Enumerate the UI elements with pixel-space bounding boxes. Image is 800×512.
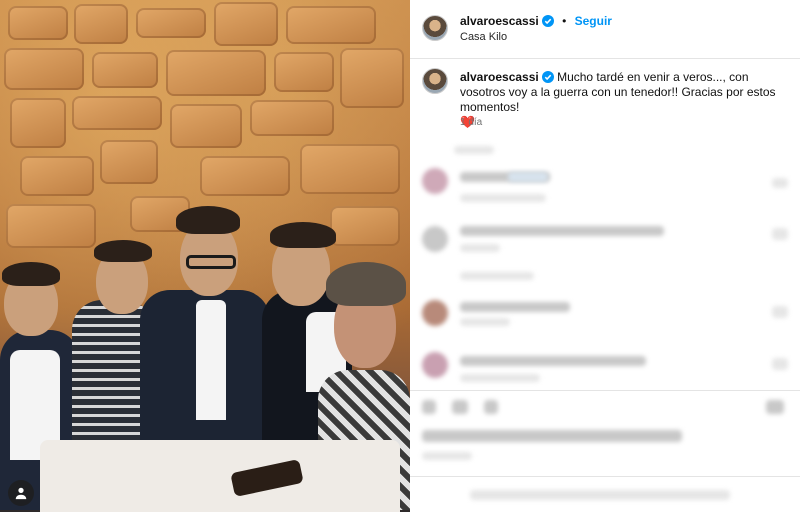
glasses (186, 255, 236, 269)
wall-stone (8, 6, 68, 40)
wall-stone (300, 144, 400, 194)
blurred-avatar (422, 226, 448, 252)
post-photo[interactable] (0, 0, 410, 512)
verified-badge-icon (541, 15, 554, 27)
post-caption: alvaroescassi Mucho tardé en venir a ver… (460, 70, 790, 130)
blurred-text (460, 244, 500, 252)
blurred-text (460, 374, 540, 382)
blurred-share-button-icon[interactable] (484, 400, 498, 414)
blurred-comment-button-icon[interactable] (452, 400, 468, 414)
wall-stone (4, 48, 84, 90)
wall-stone (200, 156, 290, 196)
blurred-text (460, 226, 664, 236)
wall-stone (166, 50, 266, 96)
input-divider (410, 476, 800, 477)
wall-stone (100, 140, 158, 184)
wall-stone (20, 156, 94, 196)
caption-avatar[interactable] (422, 68, 448, 94)
wall-stone (74, 4, 128, 44)
wall-stone (170, 104, 242, 148)
post-header: alvaroescassi • Seguir (460, 14, 612, 28)
blurred-text (460, 194, 546, 202)
wall-stone (250, 100, 334, 136)
actions-divider (410, 390, 800, 391)
blurred-likes-text (422, 430, 682, 442)
wall-stone (92, 52, 158, 88)
separator-dot: • (562, 14, 567, 28)
blurred-comment-input[interactable] (470, 490, 730, 500)
blurred-avatar (422, 168, 448, 194)
wall-stone (340, 48, 404, 108)
wall-stone (274, 52, 334, 92)
blurred-like-icon (772, 358, 788, 370)
blurred-text (454, 146, 494, 154)
wall-stone (214, 2, 278, 46)
wall-stone (10, 98, 66, 148)
wall-stone (286, 6, 376, 44)
author-username[interactable]: alvaroescassi (460, 14, 539, 28)
verified-badge-icon (541, 71, 554, 83)
wall-stone (6, 204, 96, 248)
blurred-like-button-icon[interactable] (422, 400, 436, 414)
blurred-like-icon (772, 306, 788, 318)
wall-stone (136, 8, 206, 38)
blurred-like-icon (772, 178, 788, 188)
wall-stone (72, 96, 162, 130)
blurred-text (460, 318, 510, 326)
blurred-text (460, 302, 570, 312)
blurred-text (460, 356, 646, 366)
caption-username[interactable]: alvaroescassi (460, 70, 539, 84)
blurred-text (460, 272, 534, 280)
wall-stone (330, 206, 400, 246)
post-time[interactable]: 1 día (460, 117, 482, 128)
follow-button[interactable]: Seguir (575, 14, 612, 28)
header-divider (410, 58, 800, 59)
blurred-save-button-icon[interactable] (766, 400, 784, 414)
post-sidebar: alvaroescassi • Seguir Casa Kilo alvaroe… (410, 0, 800, 512)
blurred-avatar (422, 352, 448, 378)
blurred-like-icon (772, 228, 788, 240)
post-location[interactable]: Casa Kilo (460, 31, 507, 43)
user-tag-icon[interactable] (8, 480, 34, 506)
table (40, 440, 400, 512)
author-avatar[interactable] (422, 15, 448, 41)
blurred-text (422, 452, 472, 460)
blurred-avatar (422, 300, 448, 326)
blurred-text (508, 172, 548, 182)
